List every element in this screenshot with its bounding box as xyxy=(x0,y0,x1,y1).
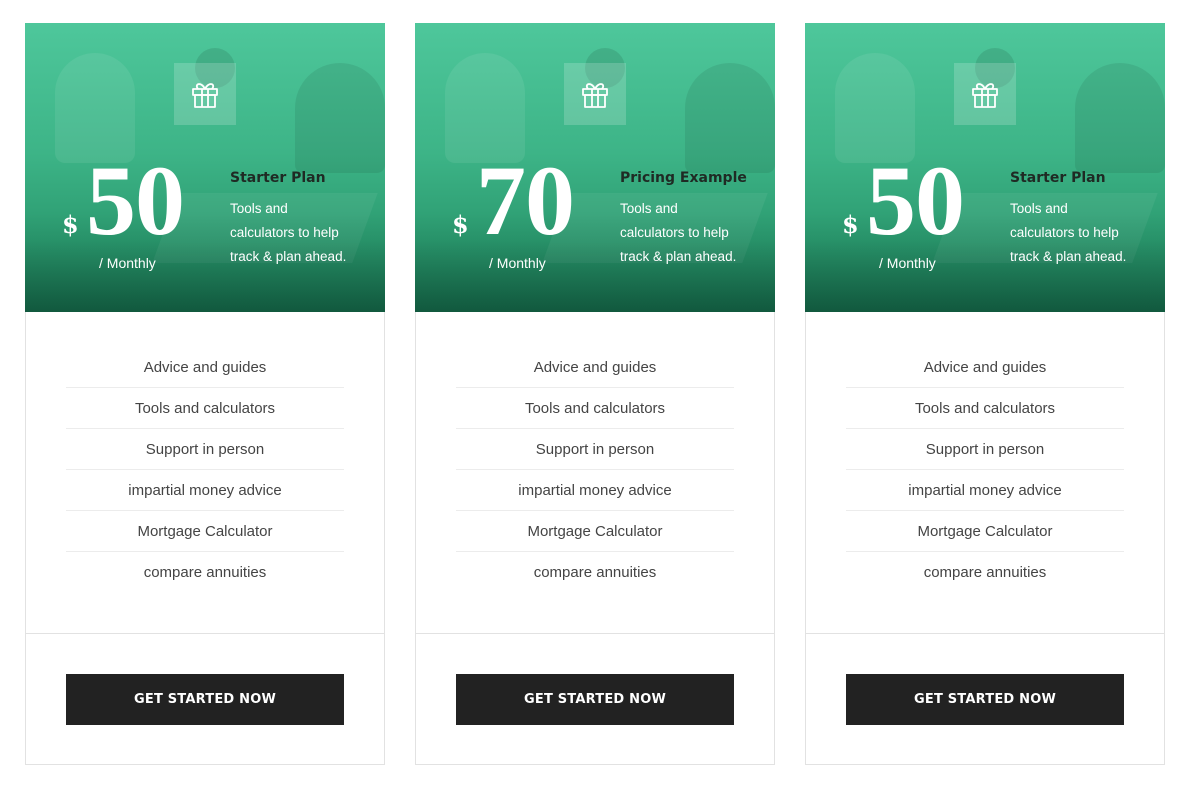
feature-item: Support in person xyxy=(66,429,344,470)
feature-item: impartial money advice xyxy=(846,470,1124,511)
feature-item: Tools and calculators xyxy=(846,388,1124,429)
feature-item: Support in person xyxy=(456,429,734,470)
feature-item: compare annuities xyxy=(143,564,267,581)
feature-list: Advice and guides Tools and calculators … xyxy=(456,347,734,593)
plan-name: Pricing Example xyxy=(620,170,747,186)
get-started-button[interactable]: GET STARTED NOW xyxy=(66,674,344,725)
get-started-button[interactable]: GET STARTED NOW xyxy=(456,674,734,725)
price-amount: 50 xyxy=(86,145,185,256)
gift-icon xyxy=(564,63,626,125)
pricing-card-header: $ 70 / Monthly Pricing Example Tools and… xyxy=(415,23,775,312)
plan-name: Starter Plan xyxy=(230,170,326,186)
feature-item: Mortgage Calculator xyxy=(846,511,1124,552)
pricing-table: $ 50 / Monthly Starter Plan Tools and ca… xyxy=(0,0,1191,790)
feature-item: impartial money advice xyxy=(456,470,734,511)
pricing-card: $ 70 / Monthly Pricing Example Tools and… xyxy=(415,23,775,765)
price-period: / Monthly xyxy=(99,255,156,271)
price-currency: $ xyxy=(842,210,859,239)
feature-item: compare annuities xyxy=(533,564,657,581)
feature-item: Tools and calculators xyxy=(66,388,344,429)
feature-item: Advice and guides xyxy=(456,347,734,388)
plan-description: Tools and calculators to help track & pl… xyxy=(230,201,347,264)
price-currency: $ xyxy=(62,210,79,239)
feature-item: Mortgage Calculator xyxy=(456,511,734,552)
pricing-card-footer: GET STARTED NOW xyxy=(416,633,774,764)
price-amount: 70 xyxy=(476,145,575,256)
price-period: / Monthly xyxy=(489,255,546,271)
plan-description: Tools and calculators to help track & pl… xyxy=(1010,201,1127,264)
feature-item: Tools and calculators xyxy=(456,388,734,429)
pricing-card-header: $ 50 / Monthly Starter Plan Tools and ca… xyxy=(805,23,1165,312)
feature-item: impartial money advice xyxy=(66,470,344,511)
pricing-card: $ 50 / Monthly Starter Plan Tools and ca… xyxy=(805,23,1165,765)
get-started-button[interactable]: GET STARTED NOW xyxy=(846,674,1124,725)
feature-item: compare annuities xyxy=(923,564,1047,581)
feature-item: Advice and guides xyxy=(846,347,1124,388)
feature-list: Advice and guides Tools and calculators … xyxy=(846,347,1124,593)
feature-item: Mortgage Calculator xyxy=(66,511,344,552)
pricing-card: $ 50 / Monthly Starter Plan Tools and ca… xyxy=(25,23,385,765)
pricing-card-header: $ 50 / Monthly Starter Plan Tools and ca… xyxy=(25,23,385,312)
pricing-card-footer: GET STARTED NOW xyxy=(806,633,1164,764)
feature-list: Advice and guides Tools and calculators … xyxy=(66,347,344,593)
gift-icon xyxy=(954,63,1016,125)
plan-name: Starter Plan xyxy=(1010,170,1106,186)
feature-item: Advice and guides xyxy=(66,347,344,388)
plan-description: Tools and calculators to help track & pl… xyxy=(620,201,737,264)
feature-item: Support in person xyxy=(846,429,1124,470)
price-currency: $ xyxy=(452,210,469,239)
price-period: / Monthly xyxy=(879,255,936,271)
gift-icon xyxy=(174,63,236,125)
price-amount: 50 xyxy=(866,145,965,256)
pricing-card-footer: GET STARTED NOW xyxy=(26,633,384,764)
